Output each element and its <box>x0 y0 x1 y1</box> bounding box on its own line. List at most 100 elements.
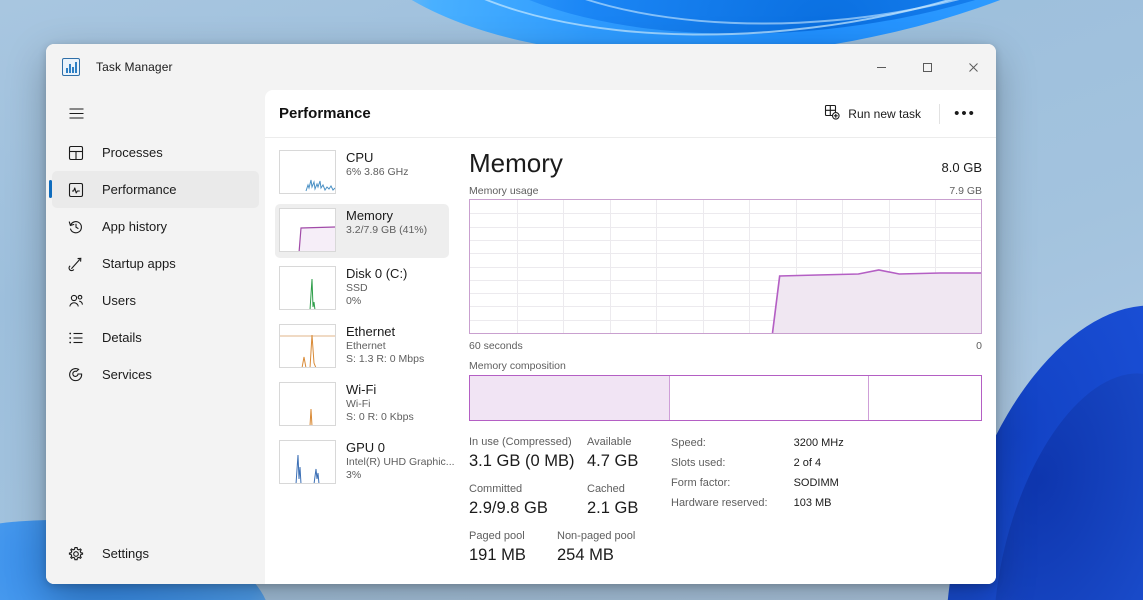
stat-value: 4.7 GB <box>587 452 639 470</box>
device-item-gpu[interactable]: GPU 0 Intel(R) UHD Graphic... 3% <box>275 436 455 490</box>
minimize-button[interactable] <box>858 44 904 90</box>
startup-icon <box>66 254 86 274</box>
graph-axis: 60 seconds 0 <box>469 340 982 352</box>
device-name: Memory <box>346 208 393 223</box>
spec-value: 2 of 4 <box>793 457 822 469</box>
cpu-sparkline <box>279 150 336 194</box>
window-controls <box>858 44 996 90</box>
sidebar-item-details[interactable]: Details <box>52 319 259 356</box>
task-manager-icon <box>62 58 80 76</box>
sidebar-item-app-history[interactable]: App history <box>52 208 259 245</box>
app-title: Task Manager <box>96 60 173 74</box>
memory-header: Memory 8.0 GB <box>469 148 982 179</box>
stat-label: In use (Compressed) <box>469 436 572 448</box>
memory-total: 8.0 GB <box>941 160 982 175</box>
sidebar-item-performance[interactable]: Performance <box>49 171 259 208</box>
device-item-wifi[interactable]: Wi-Fi Wi-Fi S: 0 R: 0 Kbps <box>275 378 449 432</box>
sidebar-item-startup-apps[interactable]: Startup apps <box>52 245 259 282</box>
users-icon <box>66 291 86 311</box>
sidebar: Processes Performance App history Startu… <box>46 90 265 584</box>
page-title: Performance <box>279 105 371 122</box>
sidebar-item-settings[interactable]: Settings <box>52 535 259 572</box>
sidebar-item-label: App history <box>102 219 168 234</box>
device-detail: Wi-Fi <box>346 398 371 410</box>
device-value: S: 0 R: 0 Kbps <box>346 411 414 423</box>
graph-max-label: 7.9 GB <box>949 185 982 197</box>
composition-segment-standby <box>670 376 869 420</box>
device-item-ethernet[interactable]: Ethernet Ethernet S: 1.3 R: 0 Mbps <box>275 320 449 374</box>
sidebar-item-label: Services <box>102 367 152 382</box>
hamburger-menu-button[interactable] <box>52 92 259 134</box>
stat-label: Committed <box>469 483 523 495</box>
memory-detail-pane: Memory 8.0 GB Memory usage 7.9 GB 60 sec… <box>455 138 996 584</box>
device-item-memory[interactable]: Memory 3.2/7.9 GB (41%) <box>275 204 449 258</box>
services-icon <box>66 365 86 385</box>
composition-segment-free <box>869 376 981 420</box>
device-value: 0% <box>346 295 362 307</box>
hamburger-menu-icon <box>66 103 86 123</box>
axis-left-label: 60 seconds <box>469 340 523 352</box>
more-options-icon[interactable]: ••• <box>948 99 980 129</box>
spec-value: 103 MB <box>793 497 832 509</box>
stat-value: 2.9/9.8 GB <box>469 499 548 517</box>
device-detail: SSD <box>346 282 368 294</box>
stat-value: 3.1 GB (0 MB) <box>469 452 575 470</box>
stat-in-use: In use (Compressed) 3.1 GB (0 MB) <box>469 435 587 472</box>
sidebar-item-label: Details <box>102 330 142 345</box>
gear-icon <box>66 544 86 564</box>
spec-row-form-factor: Form factor: SODIMM <box>671 475 844 495</box>
device-value: S: 1.3 R: 0 Mbps <box>346 353 425 365</box>
performance-icon <box>66 180 86 200</box>
history-icon <box>66 217 86 237</box>
close-button[interactable] <box>950 44 996 90</box>
processes-icon <box>66 143 86 163</box>
spec-label: Speed: <box>671 437 706 449</box>
spec-label: Slots used: <box>671 457 726 469</box>
graph-labels: Memory usage 7.9 GB <box>469 185 982 197</box>
memory-stats-left: In use (Compressed) 3.1 GB (0 MB) Availa… <box>469 435 659 576</box>
run-new-task-label: Run new task <box>848 106 921 121</box>
device-detail: Ethernet <box>346 340 386 352</box>
task-manager-window: Task Manager Processes Performance App h… <box>46 44 996 584</box>
header-divider <box>939 103 940 124</box>
memory-sparkline <box>279 208 336 252</box>
stat-value: 254 MB <box>557 546 614 564</box>
stats-row: In use (Compressed) 3.1 GB (0 MB) Availa… <box>469 435 659 472</box>
new-task-icon <box>824 104 840 123</box>
stat-value: 2.1 GB <box>587 499 639 517</box>
axis-right-label: 0 <box>976 340 982 352</box>
stats-row: Paged pool 191 MB Non-paged pool 254 MB <box>469 529 659 566</box>
ethernet-sparkline <box>279 324 336 368</box>
stat-label: Paged pool <box>469 530 525 542</box>
stat-committed: Committed 2.9/9.8 GB <box>469 482 587 519</box>
spec-row-hardware-reserved: Hardware reserved: 103 MB <box>671 495 844 515</box>
memory-specs: Speed: 3200 MHz Slots used: 2 of 4 Form … <box>671 435 844 576</box>
device-value: 3% <box>346 469 362 481</box>
spec-value: 3200 MHz <box>793 437 844 449</box>
run-new-task-button[interactable]: Run new task <box>814 99 931 129</box>
device-name: GPU 0 <box>346 440 386 455</box>
device-detail: 3.2/7.9 GB (41%) <box>346 224 428 236</box>
device-detail: 6% 3.86 GHz <box>346 166 409 178</box>
device-item-cpu[interactable]: CPU 6% 3.86 GHz <box>275 146 449 200</box>
spec-row-slots: Slots used: 2 of 4 <box>671 455 844 475</box>
wifi-sparkline <box>279 382 336 426</box>
composition-segment-in-use <box>470 376 671 420</box>
memory-title: Memory <box>469 148 563 178</box>
sidebar-item-label: Startup apps <box>102 256 176 271</box>
memory-usage-plot <box>771 269 981 333</box>
gpu-sparkline <box>279 440 336 484</box>
sidebar-item-users[interactable]: Users <box>52 282 259 319</box>
memory-specs-table: Speed: 3200 MHz Slots used: 2 of 4 Form … <box>671 435 844 515</box>
device-item-disk[interactable]: Disk 0 (C:) SSD 0% <box>275 262 449 316</box>
stat-available: Available 4.7 GB <box>587 435 638 472</box>
stat-label: Non-paged pool <box>557 530 636 542</box>
maximize-button[interactable] <box>904 44 950 90</box>
sidebar-item-services[interactable]: Services <box>52 356 259 393</box>
spec-label: Form factor: <box>671 477 731 489</box>
device-detail: Intel(R) UHD Graphic... <box>346 456 455 468</box>
device-name: CPU <box>346 150 374 165</box>
title-bar: Task Manager <box>46 44 996 90</box>
sidebar-item-processes[interactable]: Processes <box>52 134 259 171</box>
